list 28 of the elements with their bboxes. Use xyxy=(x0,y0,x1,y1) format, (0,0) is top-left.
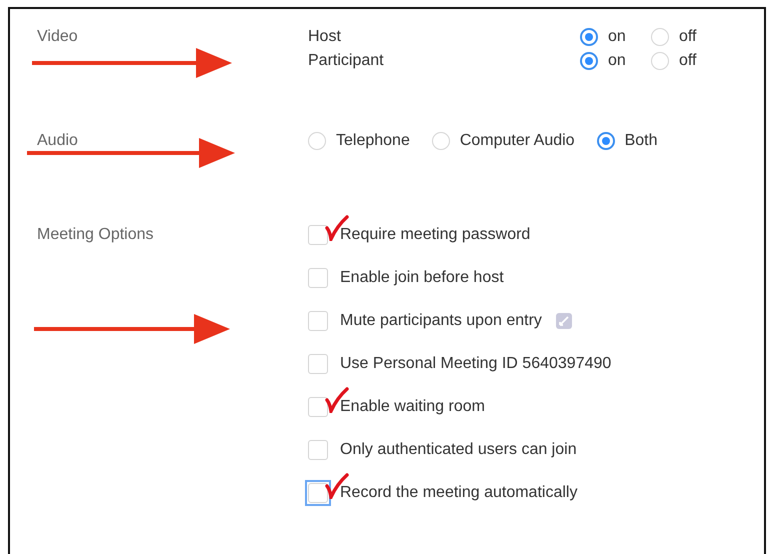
checkbox[interactable] xyxy=(308,310,328,330)
radio-button[interactable] xyxy=(580,28,598,46)
setting-label: Host xyxy=(308,28,342,46)
checkbox-label: Require meeting password xyxy=(340,226,530,244)
checkbox[interactable] xyxy=(308,440,328,460)
checkbox[interactable] xyxy=(308,354,328,374)
section-label: Meeting Options xyxy=(36,225,155,245)
radio-button[interactable] xyxy=(580,52,598,70)
checkbox[interactable] xyxy=(308,396,328,416)
checkbox-label: Only authenticated users can join xyxy=(340,440,577,458)
option-label: off xyxy=(679,28,696,46)
checkbox-label: Record the meeting automatically xyxy=(340,484,578,502)
checkbox-label: Use Personal Meeting ID 5640397490 xyxy=(340,354,612,372)
checkbox-label: Enable join before host xyxy=(340,268,504,286)
checkbox[interactable] xyxy=(308,224,328,244)
checkbox[interactable] xyxy=(308,268,328,288)
option-label: Telephone xyxy=(336,132,410,150)
section-label: Video xyxy=(36,27,79,47)
option-label: on xyxy=(608,52,626,70)
option-label: on xyxy=(608,28,626,46)
checkbox-label: Enable waiting room xyxy=(340,398,485,416)
option-label: Computer Audio xyxy=(460,132,575,150)
option-label: Both xyxy=(624,132,658,150)
checkbox-label: Mute participants upon entry xyxy=(340,312,542,330)
setting-label: Participant xyxy=(308,52,385,70)
section-label: Audio xyxy=(36,131,79,151)
radio-button[interactable] xyxy=(596,132,615,150)
option-label: off xyxy=(679,52,696,70)
